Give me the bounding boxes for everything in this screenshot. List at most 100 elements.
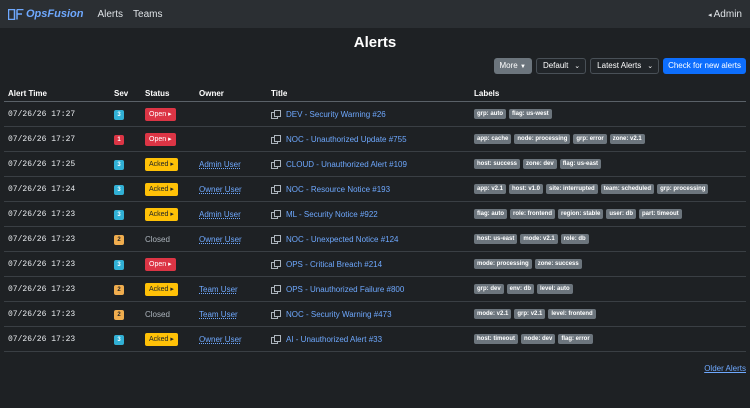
- col-status[interactable]: Status: [141, 86, 195, 102]
- col-sev[interactable]: Sev: [110, 86, 141, 102]
- nav-link-alerts[interactable]: Alerts: [97, 9, 123, 20]
- copy-icon[interactable]: [271, 209, 281, 219]
- title-cell: ML - Security Notice #922: [267, 201, 470, 227]
- alert-title-link[interactable]: NOC - Unauthorized Update #755: [286, 135, 407, 144]
- label-badge: grp: processing: [657, 184, 709, 194]
- brand[interactable]: OpsFusion: [8, 8, 83, 20]
- alert-time: 07/26/26 17:23: [4, 201, 110, 227]
- col-title[interactable]: Title: [267, 86, 470, 102]
- alert-time: 07/26/26 17:23: [4, 226, 110, 252]
- alert-title-link[interactable]: NOC - Unexpected Notice #124: [286, 235, 399, 244]
- severity-badge: 1: [114, 134, 124, 145]
- owner-cell: [195, 101, 267, 127]
- owner-link[interactable]: Owner User: [199, 185, 242, 194]
- nav-link-teams[interactable]: Teams: [133, 9, 162, 20]
- col-alert-time[interactable]: Alert Time: [4, 86, 110, 102]
- sev-cell: 2: [110, 276, 141, 302]
- copy-icon[interactable]: [271, 309, 281, 319]
- status-button[interactable]: Acked ▸: [145, 207, 178, 221]
- label-badge: host: success: [474, 159, 521, 169]
- status-cell: Acked ▸: [141, 276, 195, 302]
- owner-link[interactable]: Team User: [199, 310, 238, 319]
- copy-icon[interactable]: [271, 109, 281, 119]
- alert-title-link[interactable]: NOC - Resource Notice #193: [286, 185, 390, 194]
- alert-time: 07/26/26 17:24: [4, 176, 110, 202]
- col-labels[interactable]: Labels: [470, 86, 746, 102]
- alert-title-link[interactable]: OPS - Unauthorized Failure #800: [286, 285, 404, 294]
- copy-icon[interactable]: [271, 234, 281, 244]
- table-row[interactable]: 07/26/26 17:27 1 Open ▸ NOC - Unauthoriz…: [4, 126, 746, 152]
- table-row[interactable]: 07/26/26 17:23 2 Closed Team User NOC - …: [4, 301, 746, 327]
- labels-cell: host: us-east mode: v2.1 role: db: [470, 226, 746, 252]
- caret-right-icon: ▸: [168, 110, 172, 118]
- alert-title-link[interactable]: AI - Unauthorized Alert #33: [286, 335, 382, 344]
- owner-link[interactable]: Team User: [199, 285, 238, 294]
- labels-cell: mode: v2.1 grp: v2.1 level: frontend: [470, 301, 746, 327]
- table-row[interactable]: 07/26/26 17:23 3 Acked ▸ Admin User ML -…: [4, 201, 746, 227]
- status-button[interactable]: Acked ▸: [145, 182, 178, 196]
- label-badge: grp: dev: [474, 284, 504, 294]
- copy-icon[interactable]: [271, 159, 281, 169]
- copy-icon[interactable]: [271, 284, 281, 294]
- label-badge: env: db: [506, 284, 535, 294]
- label-badge: level: auto: [537, 284, 573, 294]
- view-select[interactable]: Default ⌄: [535, 58, 587, 74]
- copy-icon[interactable]: [271, 334, 281, 344]
- table-row[interactable]: 07/26/26 17:23 2 Closed Owner User NOC -…: [4, 226, 746, 252]
- alerts-table: Alert Time Sev Status Owner Title Labels…: [4, 86, 746, 352]
- more-button[interactable]: More ▼: [493, 58, 532, 74]
- user-menu[interactable]: ◂ Admin: [708, 9, 742, 20]
- severity-badge: 3: [114, 334, 124, 345]
- copy-icon[interactable]: [271, 259, 281, 269]
- sort-select[interactable]: Latest Alerts ⌄: [590, 58, 660, 74]
- severity-badge: 2: [114, 309, 124, 320]
- status-cell: Closed: [141, 301, 195, 327]
- table-row[interactable]: 07/26/26 17:27 3 Open ▸ DEV - Security W…: [4, 101, 746, 127]
- status-button[interactable]: Acked ▸: [145, 332, 178, 346]
- alert-title-link[interactable]: DEV - Security Warning #26: [286, 110, 386, 119]
- alert-title-link[interactable]: NOC - Security Warning #473: [286, 310, 392, 319]
- labels-list: mode: v2.1 grp: v2.1 level: frontend: [474, 309, 742, 319]
- owner-link[interactable]: Owner User: [199, 335, 242, 344]
- owner-cell: Team User: [195, 301, 267, 327]
- check-new-alerts-button[interactable]: Check for new alerts: [663, 58, 746, 74]
- status-cell: Acked ▸: [141, 326, 195, 352]
- alert-title-link[interactable]: CLOUD - Unauthorized Alert #109: [286, 160, 407, 169]
- label-badge: team: scheduled: [600, 184, 655, 194]
- severity-badge: 3: [114, 159, 124, 170]
- status-cell: Acked ▸: [141, 176, 195, 202]
- labels-cell: mode: processing zone: success: [470, 251, 746, 277]
- chevron-down-icon: ⌄: [647, 63, 654, 70]
- status-button[interactable]: Acked ▸: [145, 157, 178, 171]
- status-button[interactable]: Open ▸: [145, 107, 176, 121]
- table-row[interactable]: 07/26/26 17:23 3 Acked ▸ Owner User AI -…: [4, 326, 746, 352]
- label-badge: mode: processing: [474, 259, 532, 269]
- title-cell: AI - Unauthorized Alert #33: [267, 326, 470, 352]
- owner-link[interactable]: Admin User: [199, 160, 241, 169]
- table-row[interactable]: 07/26/26 17:23 3 Open ▸ OPS - Critical B…: [4, 251, 746, 277]
- copy-icon[interactable]: [271, 134, 281, 144]
- alert-title-link[interactable]: OPS - Critical Breach #214: [286, 260, 382, 269]
- older-alerts-link[interactable]: Older Alerts: [704, 364, 746, 373]
- labels-cell: grp: dev env: db level: auto: [470, 276, 746, 302]
- owner-link[interactable]: Admin User: [199, 210, 241, 219]
- col-owner[interactable]: Owner: [195, 86, 267, 102]
- table-row[interactable]: 07/26/26 17:25 3 Acked ▸ Admin User CLOU…: [4, 151, 746, 177]
- copy-icon[interactable]: [271, 184, 281, 194]
- label-badge: app: cache: [474, 134, 512, 144]
- severity-badge: 3: [114, 209, 124, 220]
- label-badge: region: stable: [558, 209, 604, 219]
- labels-list: host: success zone: dev flag: us-east: [474, 159, 742, 169]
- status-button[interactable]: Open ▸: [145, 132, 176, 146]
- status-button[interactable]: Acked ▸: [145, 282, 178, 296]
- table-row[interactable]: 07/26/26 17:24 3 Acked ▸ Owner User NOC …: [4, 176, 746, 202]
- page-title: Alerts: [353, 34, 397, 51]
- chevron-down-icon: ⌄: [574, 63, 581, 70]
- table-row[interactable]: 07/26/26 17:23 2 Acked ▸ Team User OPS -…: [4, 276, 746, 302]
- alert-title-link[interactable]: ML - Security Notice #922: [286, 210, 378, 219]
- owner-link[interactable]: Owner User: [199, 235, 242, 244]
- title-cell: OPS - Unauthorized Failure #800: [267, 276, 470, 302]
- label-badge: app: v2.1: [474, 184, 507, 194]
- status-button[interactable]: Open ▸: [145, 257, 176, 271]
- severity-badge: 3: [114, 109, 124, 120]
